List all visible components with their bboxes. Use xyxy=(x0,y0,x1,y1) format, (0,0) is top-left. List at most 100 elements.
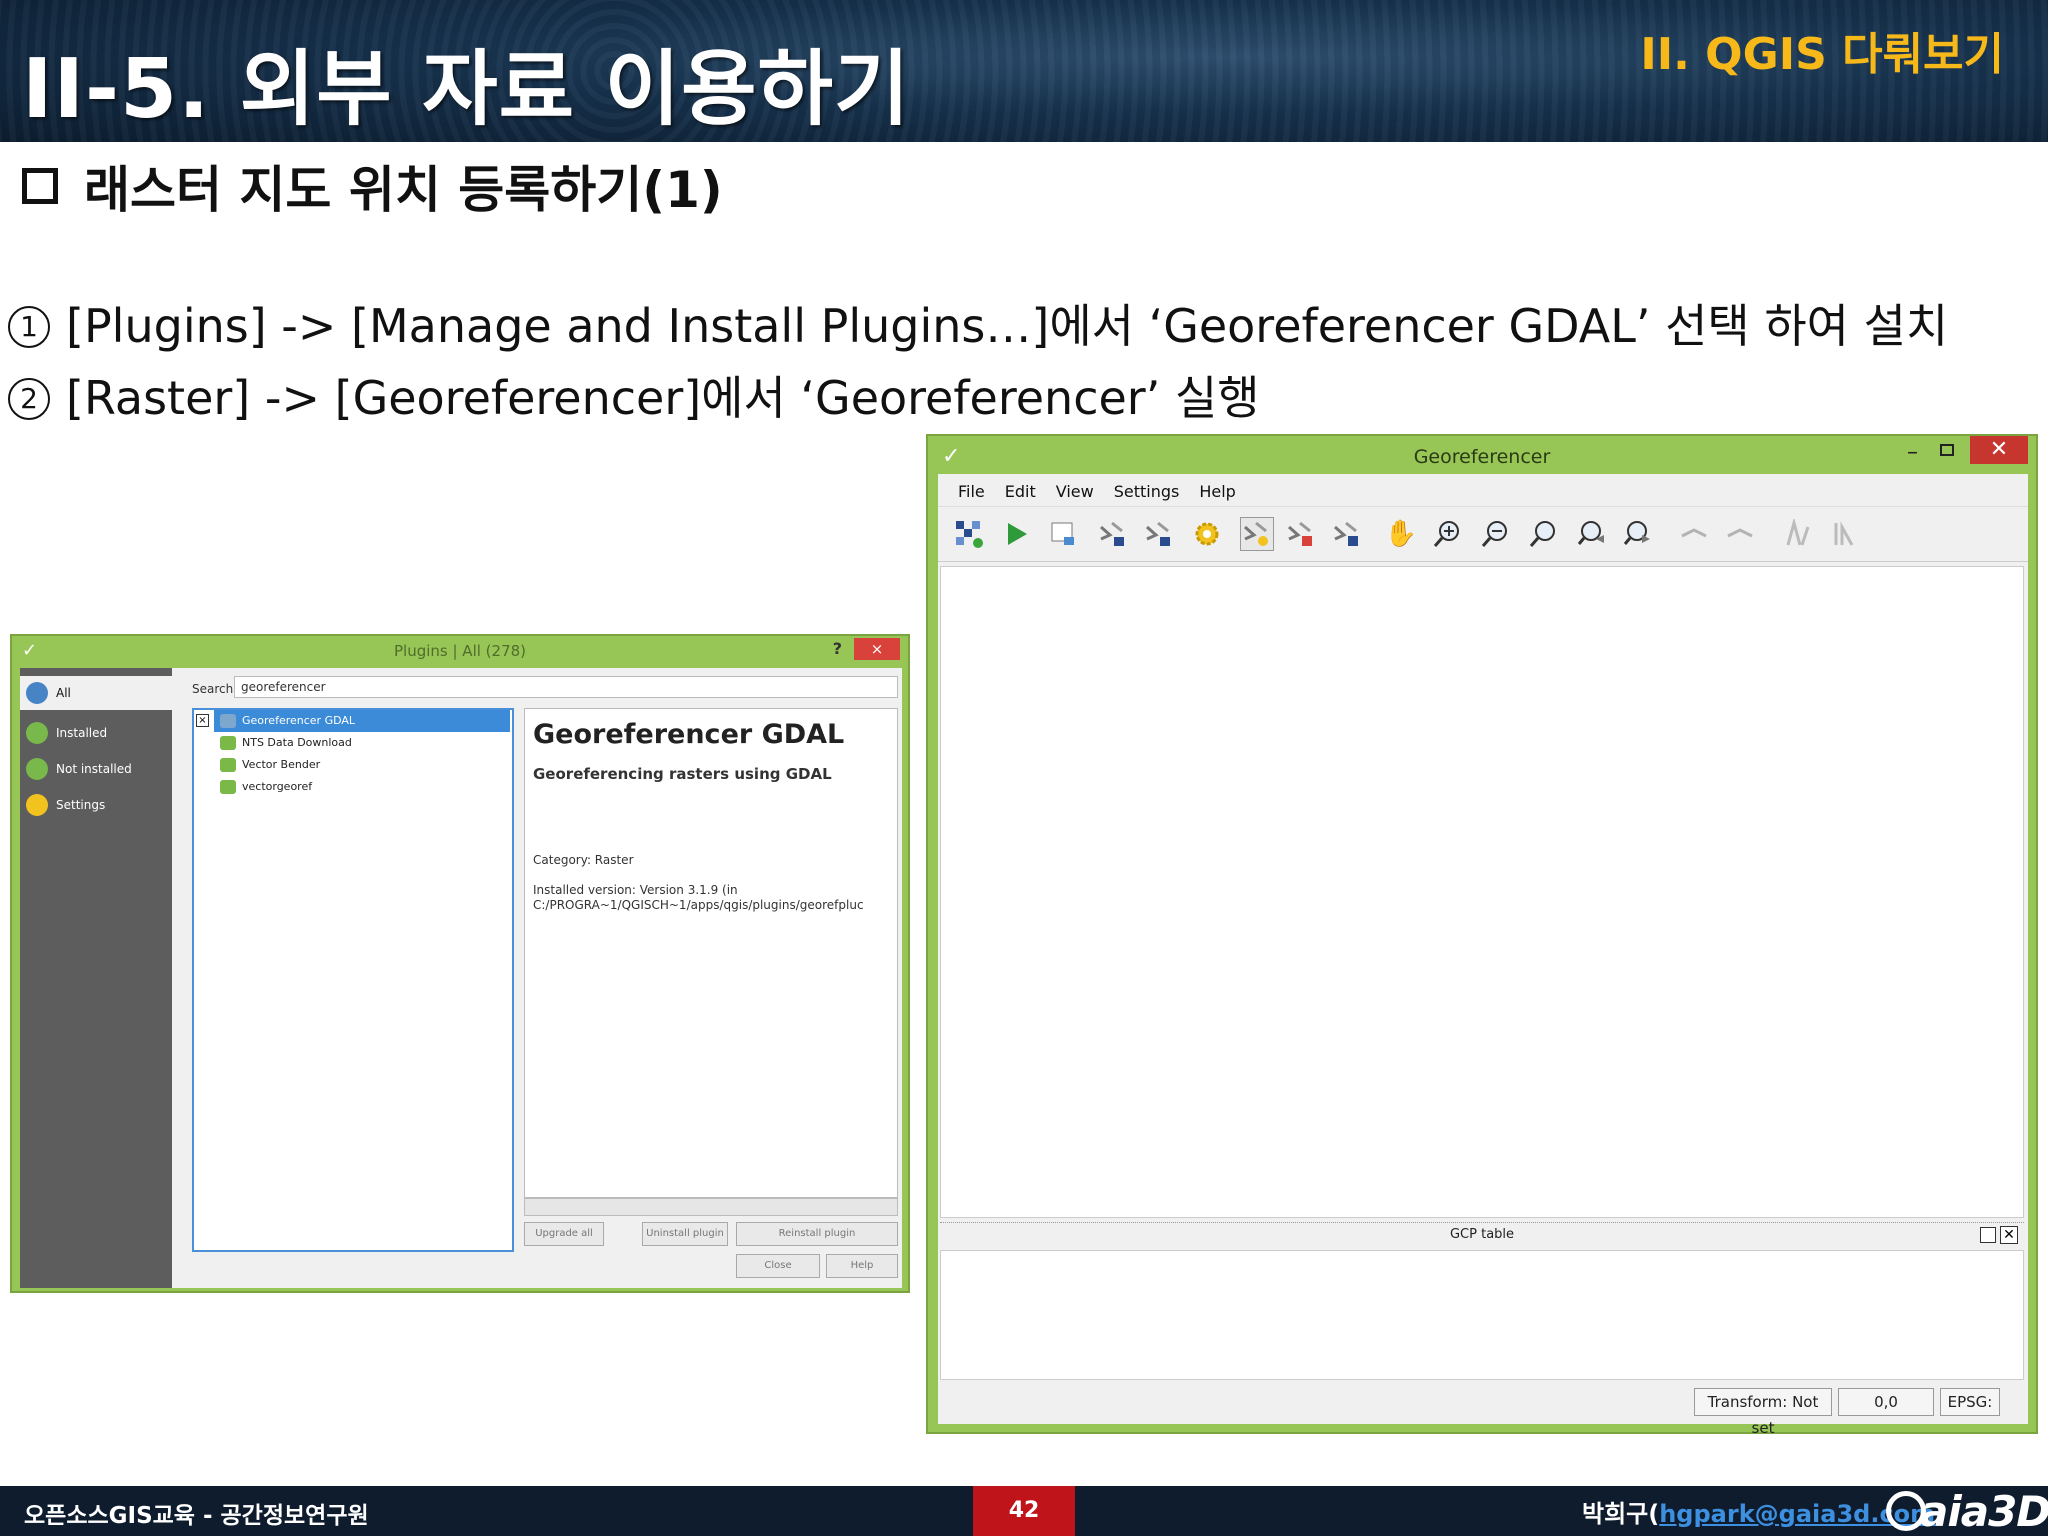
search-input[interactable]: georeferencer xyxy=(234,676,898,698)
georeferencer-title: Georeferencer xyxy=(1413,446,1551,468)
section-label: II. QGIS 다뤄보기 xyxy=(1640,29,2004,80)
plugins-body: All Installed Not installed Settings Sea… xyxy=(20,668,902,1288)
footer: 오픈소스GIS교육 - 공간정보연구원 42 박희구(hgpark@gaia3d… xyxy=(0,1486,2048,1536)
save-gcp-icon[interactable] xyxy=(1142,517,1176,551)
list-item[interactable]: NTS Data Download xyxy=(214,732,510,754)
toolbar: ✋ xyxy=(938,506,2028,562)
list-item[interactable]: vectorgeoref xyxy=(214,776,510,798)
sidebar-item-not-installed[interactable]: Not installed xyxy=(26,758,132,780)
minimize-button[interactable]: – xyxy=(1907,440,1918,465)
map-canvas[interactable] xyxy=(940,566,2024,1218)
local-histogram-stretch-icon[interactable] xyxy=(1828,517,1862,551)
list-item-label: NTS Data Download xyxy=(242,736,352,749)
gear-icon xyxy=(26,794,48,816)
search-label: Search xyxy=(192,682,234,696)
transformation-settings-icon[interactable] xyxy=(1190,517,1224,551)
gcp-table[interactable] xyxy=(940,1250,2024,1380)
start-georeferencing-icon[interactable] xyxy=(1000,517,1034,551)
reinstall-plugin-button[interactable]: Reinstall plugin xyxy=(736,1222,898,1246)
list-item[interactable]: Georeferencer GDAL xyxy=(214,710,510,732)
plugin-detail-title: Georeferencer GDAL xyxy=(533,719,845,750)
checkbox-bullet-icon xyxy=(22,168,58,204)
plugin-icon xyxy=(220,758,236,772)
step-2-number: 2 xyxy=(8,378,50,420)
uninstall-plugin-button[interactable]: Uninstall plugin xyxy=(642,1222,728,1246)
zoom-in-icon[interactable] xyxy=(1430,517,1464,551)
link-georeferencer-icon[interactable] xyxy=(1678,517,1712,551)
plugin-checkbox[interactable]: × xyxy=(196,714,209,727)
zoom-last-icon[interactable] xyxy=(1574,517,1608,551)
open-raster-icon[interactable] xyxy=(952,517,986,551)
step-2-text: [Raster] -> [Georeferencer]에서 ‘Georefere… xyxy=(66,371,1260,425)
sidebar-item-label: All xyxy=(56,686,71,700)
plugins-titlebar: ✓ Plugins | All (278) ? × xyxy=(12,636,908,666)
list-item-label: Georeferencer GDAL xyxy=(242,714,356,727)
zoom-to-layer-icon[interactable] xyxy=(1526,517,1560,551)
float-panel-button[interactable] xyxy=(1980,1227,1996,1243)
close-dialog-button[interactable]: Close xyxy=(736,1254,820,1278)
installed-line-1: Installed version: Version 3.1.9 (in xyxy=(533,883,738,897)
epsg-status[interactable]: EPSG: xyxy=(1940,1388,2000,1416)
plugins-sidebar: All Installed Not installed Settings xyxy=(20,668,172,1288)
menu-file[interactable]: File xyxy=(948,474,995,504)
menu-view[interactable]: View xyxy=(1046,474,1104,504)
sidebar-item-label: Not installed xyxy=(56,762,132,776)
sidebar-item-all[interactable]: All xyxy=(20,676,172,710)
close-panel-button[interactable]: ✕ xyxy=(2000,1226,2018,1244)
sidebar-item-label: Installed xyxy=(56,726,108,740)
gcp-table-label: GCP table xyxy=(1449,1227,1515,1242)
list-item[interactable]: Vector Bender xyxy=(214,754,510,776)
move-gcp-icon[interactable] xyxy=(1330,517,1364,551)
close-button[interactable]: × xyxy=(854,638,900,660)
help-dialog-button[interactable]: Help xyxy=(826,1254,898,1278)
installed-icon xyxy=(26,722,48,744)
plugin-icon xyxy=(220,780,236,794)
menu-edit[interactable]: Edit xyxy=(995,474,1046,504)
sidebar-item-installed[interactable]: Installed xyxy=(26,722,107,744)
menu-settings[interactable]: Settings xyxy=(1104,474,1190,504)
step-1-number: 1 xyxy=(8,306,50,348)
load-gcp-icon[interactable] xyxy=(1096,517,1130,551)
puzzle-icon xyxy=(26,682,48,704)
plugin-detail-installed: Installed version: Version 3.1.9 (in C:/… xyxy=(533,883,864,913)
coordinate-display: 0,0 xyxy=(1838,1388,1934,1416)
help-button[interactable]: ? xyxy=(833,639,842,658)
generate-gdal-script-icon[interactable] xyxy=(1046,517,1080,551)
list-item-label: vectorgeoref xyxy=(242,780,313,793)
slide: II-5. 외부 자료 이용하기 II. QGIS 다뤄보기 래스터 지도 위치… xyxy=(0,0,2048,1536)
georeferencer-window: ✓ Georeferencer – ✕ File Edit View Setti… xyxy=(926,434,2038,1437)
plugin-icon xyxy=(220,736,236,750)
plugins-window: ✓ Plugins | All (278) ? × All Installed … xyxy=(10,634,910,1293)
subtitle: 래스터 지도 위치 등록하기(1) xyxy=(22,150,723,222)
window-close-button[interactable]: ✕ xyxy=(1970,436,2028,464)
maximize-button[interactable] xyxy=(1940,444,1954,456)
full-histogram-stretch-icon[interactable] xyxy=(1782,517,1816,551)
plugin-detail-panel: Georeferencer GDAL Georeferencing raster… xyxy=(524,708,898,1198)
gaia3d-logo: aia3D xyxy=(1886,1486,2048,1536)
menu-help[interactable]: Help xyxy=(1189,474,1245,504)
transform-status: Transform: Not set xyxy=(1694,1388,1832,1437)
zoom-out-icon[interactable] xyxy=(1478,517,1512,551)
upgrade-all-button[interactable]: Upgrade all xyxy=(524,1222,604,1246)
status-bar: Transform: Not set 0,0 EPSG: xyxy=(938,1384,2028,1437)
pan-icon[interactable]: ✋ xyxy=(1384,517,1418,551)
subtitle-text: 래스터 지도 위치 등록하기(1) xyxy=(84,161,723,219)
plugin-list[interactable]: × Georeferencer GDAL NTS Data Download V… xyxy=(192,708,514,1252)
zoom-next-icon[interactable] xyxy=(1620,517,1654,551)
puzzle-green-icon xyxy=(26,758,48,780)
delete-point-icon[interactable] xyxy=(1284,517,1318,551)
author-name: 박희구( xyxy=(1582,1500,1660,1528)
step-1-text: [Plugins] -> [Manage and Install Plugins… xyxy=(66,299,1949,353)
plugin-detail-description: Georeferencing rasters using GDAL xyxy=(533,765,832,783)
logo-text: aia3D xyxy=(1920,1486,2048,1536)
georeferencer-body: File Edit View Settings Help ✋ GCP table… xyxy=(938,474,2028,1437)
step-2: 2 [Raster] -> [Georeferencer]에서 ‘Georefer… xyxy=(8,362,1260,428)
link-qgis-icon[interactable] xyxy=(1724,517,1758,551)
plugin-detail-category: Category: Raster xyxy=(533,853,634,867)
gcp-table-titlebar: GCP table ✕ xyxy=(940,1222,2024,1246)
horizontal-scrollbar[interactable] xyxy=(524,1198,898,1216)
header-banner: II-5. 외부 자료 이용하기 II. QGIS 다뤄보기 xyxy=(0,0,2048,142)
add-point-icon[interactable] xyxy=(1240,517,1274,551)
page-number: 42 xyxy=(973,1486,1075,1536)
sidebar-item-settings[interactable]: Settings xyxy=(26,794,105,816)
